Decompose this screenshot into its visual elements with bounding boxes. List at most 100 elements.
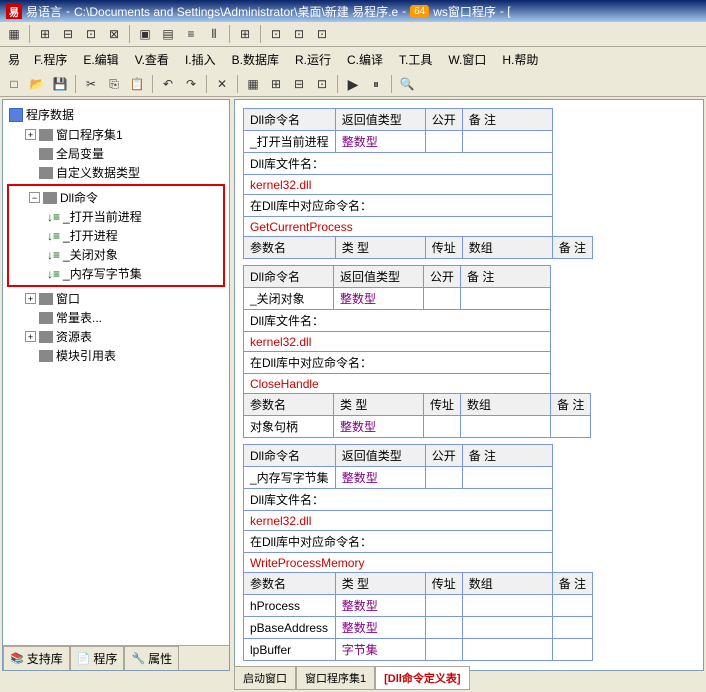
expand-icon[interactable]: + <box>25 331 36 342</box>
menu-insert[interactable]: I.插入 <box>181 49 220 70</box>
open-icon[interactable]: 📂 <box>27 74 47 94</box>
tree-item[interactable]: ↓≡_内存写字节集 <box>47 264 221 283</box>
menu-database[interactable]: B.数据库 <box>228 49 283 70</box>
new-icon[interactable]: □ <box>4 74 24 94</box>
tool-icon[interactable]: ▣ <box>135 24 155 44</box>
tree-item[interactable]: ↓≡_打开当前进程 <box>47 207 221 226</box>
cell[interactable]: GetCurrentProcess <box>244 217 553 237</box>
title-suffix: ws窗口程序 <box>433 3 496 20</box>
title-bar: 易 易语言 - C:\Documents and Settings\Admini… <box>0 0 706 22</box>
tool-icon[interactable]: ⊡ <box>312 74 332 94</box>
arrow-icon: ↓≡ <box>47 267 60 281</box>
menu-program[interactable]: F.程序 <box>30 49 71 70</box>
cell[interactable]: _关闭对象 <box>244 288 334 310</box>
dll-table-3[interactable]: Dll命令名返回值类型公开备 注 _内存写字节集整数型 Dll库文件名： ker… <box>243 444 593 661</box>
menu-run[interactable]: R.运行 <box>291 49 335 70</box>
tab-winset[interactable]: 窗口程序集1 <box>296 666 375 690</box>
copy-icon[interactable]: ⎘ <box>104 74 124 94</box>
close-icon[interactable]: ✕ <box>212 74 232 94</box>
tool-icon[interactable]: ⊞ <box>266 74 286 94</box>
tool-icon[interactable]: ⫴ <box>204 24 224 44</box>
tree-item[interactable]: 自定义数据类型 <box>25 163 225 182</box>
item-icon <box>39 148 53 160</box>
badge-icon: 64 <box>410 5 429 18</box>
item-icon <box>39 350 53 362</box>
menu-edit[interactable]: E.编辑 <box>79 49 122 70</box>
tree-item[interactable]: ↓≡_打开进程 <box>47 226 221 245</box>
menu-tools[interactable]: T.工具 <box>395 49 436 70</box>
tab-support[interactable]: 📚支持库 <box>3 646 70 670</box>
collapse-icon[interactable]: − <box>29 192 40 203</box>
tree-item[interactable]: 模块引用表 <box>25 346 225 365</box>
paste-icon[interactable]: 📋 <box>127 74 147 94</box>
tree-item[interactable]: 常量表... <box>25 308 225 327</box>
tab-dll-def[interactable]: [Dll命令定义表] <box>375 666 469 690</box>
tree-root[interactable]: 程序数据 <box>7 104 225 125</box>
content-area[interactable]: Dll命令名返回值类型公开备 注 _打开当前进程整数型 Dll库文件名： ker… <box>234 99 704 671</box>
toolbar-1: ▦ ⊞ ⊟ ⊡ ⊠ ▣ ▤ ≡ ⫴ ⊞ ⊡ ⊡ ⊡ <box>0 22 706 47</box>
cell[interactable]: 整数型 <box>335 131 425 153</box>
sidebar-tabs: 📚支持库 📄程序 🔧属性 <box>3 645 229 670</box>
tool-icon[interactable]: ⊟ <box>289 74 309 94</box>
app-icon: 易 <box>6 3 22 19</box>
menu-help[interactable]: H.帮助 <box>498 49 542 70</box>
cell[interactable] <box>425 131 462 153</box>
cell[interactable]: _打开当前进程 <box>244 131 336 153</box>
folder-icon <box>39 293 53 305</box>
undo-icon[interactable]: ↶ <box>158 74 178 94</box>
tab-property[interactable]: 🔧属性 <box>124 646 179 670</box>
menu-compile[interactable]: C.编译 <box>343 49 387 70</box>
tab-program[interactable]: 📄程序 <box>70 646 125 670</box>
tab-startup[interactable]: 启动窗口 <box>234 666 296 690</box>
arrow-icon: ↓≡ <box>47 210 60 224</box>
item-icon <box>39 167 53 179</box>
dll-table-1[interactable]: Dll命令名返回值类型公开备 注 _打开当前进程整数型 Dll库文件名： ker… <box>243 108 593 259</box>
tool-icon[interactable]: ⊟ <box>58 24 78 44</box>
tool-icon[interactable]: ▦ <box>4 24 24 44</box>
tool-icon[interactable]: ▦ <box>243 74 263 94</box>
tool-icon[interactable]: ▤ <box>158 24 178 44</box>
save-icon[interactable]: 💾 <box>50 74 70 94</box>
tree-view[interactable]: 程序数据 +窗口程序集1 全局变量 自定义数据类型 −Dll命令 ↓≡_打开当前… <box>3 100 229 645</box>
tool-icon[interactable]: ⊞ <box>235 24 255 44</box>
tree-item[interactable]: 全局变量 <box>25 144 225 163</box>
folder-icon <box>39 331 53 343</box>
tree-item[interactable]: +窗口 <box>25 289 225 308</box>
tool-icon[interactable]: ⊠ <box>104 24 124 44</box>
app-icon: 易 <box>4 49 22 67</box>
cut-icon[interactable]: ✂ <box>81 74 101 94</box>
cell[interactable]: 整数型 <box>334 288 424 310</box>
tool-icon[interactable]: ≡ <box>181 24 201 44</box>
data-icon <box>9 108 23 122</box>
dll-table-2[interactable]: Dll命令名返回值类型公开备 注 _关闭对象整数型 Dll库文件名： kerne… <box>243 265 591 438</box>
app-title: 易语言 <box>26 3 62 20</box>
arrow-icon: ↓≡ <box>47 229 60 243</box>
folder-icon <box>43 192 57 204</box>
redo-icon[interactable]: ↷ <box>181 74 201 94</box>
item-icon <box>39 312 53 324</box>
menu-bar: 易 F.程序 E.编辑 V.查看 I.插入 B.数据库 R.运行 C.编译 T.… <box>0 47 706 72</box>
expand-icon[interactable]: + <box>25 293 36 304</box>
tree-item-dll[interactable]: −Dll命令 <box>29 188 221 207</box>
tool-icon[interactable]: ⊡ <box>312 24 332 44</box>
cell[interactable] <box>462 131 552 153</box>
highlighted-section: −Dll命令 ↓≡_打开当前进程 ↓≡_打开进程 ↓≡_关闭对象 ↓≡_内存写字… <box>7 184 225 287</box>
run-icon[interactable]: ▶ <box>343 74 363 94</box>
cell[interactable]: 在Dll库中对应命令名： <box>244 195 553 217</box>
cell[interactable]: Dll库文件名： <box>244 153 553 175</box>
menu-window[interactable]: W.窗口 <box>444 49 490 70</box>
tree-item[interactable]: ↓≡_关闭对象 <box>47 245 221 264</box>
pause-icon[interactable]: ⏸ <box>366 74 386 94</box>
tool-icon[interactable]: ⊡ <box>266 24 286 44</box>
find-icon[interactable]: 🔍 <box>397 74 417 94</box>
sidebar: 程序数据 +窗口程序集1 全局变量 自定义数据类型 −Dll命令 ↓≡_打开当前… <box>2 99 230 671</box>
tree-item[interactable]: +窗口程序集1 <box>25 125 225 144</box>
cell[interactable]: kernel32.dll <box>244 175 553 195</box>
expand-icon[interactable]: + <box>25 129 36 140</box>
menu-view[interactable]: V.查看 <box>131 49 173 70</box>
tool-icon[interactable]: ⊡ <box>289 24 309 44</box>
tool-icon[interactable]: ⊞ <box>35 24 55 44</box>
arrow-icon: ↓≡ <box>47 248 60 262</box>
tree-item[interactable]: +资源表 <box>25 327 225 346</box>
tool-icon[interactable]: ⊡ <box>81 24 101 44</box>
